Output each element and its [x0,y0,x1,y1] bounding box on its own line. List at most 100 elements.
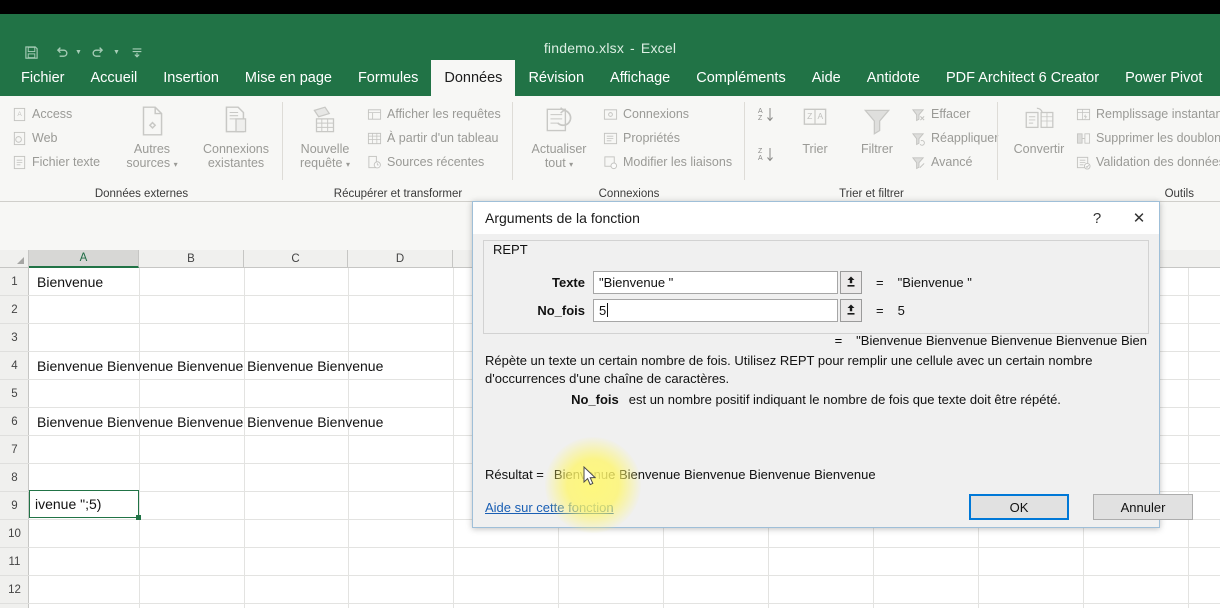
text-caret [607,303,609,317]
ribbon-item-nouvelle-requete[interactable]: Nouvelle requête ▾ [289,100,361,171]
function-arguments-dialog[interactable]: Arguments de la fonction ? ✕ REPT Texte … [472,201,1193,528]
tab-mise-en-page[interactable]: Mise en page [232,60,345,96]
row-header-6[interactable]: 6 [0,408,29,436]
tab-pdf-architect[interactable]: PDF Architect 6 Creator [933,60,1112,96]
other-sources-icon [135,104,169,138]
ribbon-item-effacer[interactable]: Effacer [911,102,1003,126]
ribbon-item-trier[interactable]: ZA Trier [787,100,843,156]
cell-a4[interactable]: Bienvenue Bienvenue Bienvenue Bienvenue … [29,352,383,379]
argument-input-no-fois[interactable]: 5 [593,298,838,322]
argument-label-texte: Texte [552,274,585,290]
ribbon-item-label: Convertir [1013,142,1065,156]
range-selector-icon-no-fois[interactable] [840,298,862,322]
cell-a9-editing[interactable]: ivenue ";5) [29,490,141,520]
tab-donnees[interactable]: Données [431,60,516,96]
row-header-1[interactable]: 1 [0,268,29,296]
row-header-3[interactable]: 3 [0,324,29,352]
ribbon-item-autres-sources[interactable]: Autres sources ▾ [116,100,188,171]
ribbon-item-afficher-requetes[interactable]: Afficher les requêtes [367,102,512,126]
close-icon[interactable]: ✕ [1125,206,1153,230]
row-header-8[interactable]: 8 [0,464,29,492]
column-header-c[interactable]: C [244,250,348,268]
ribbon-item-label: Sources récentes [387,155,485,169]
fill-handle[interactable] [136,515,141,520]
column-header-b[interactable]: B [139,250,244,268]
chevron-down-icon[interactable]: ▾ [346,160,350,169]
ribbon-item-filtrer[interactable]: Filtrer [849,100,905,156]
ribbon-item-label: Trier [802,142,828,156]
chevron-down-icon[interactable]: ▾ [569,160,573,169]
ribbon-item-modifier-liaisons[interactable]: Modifier les liaisons [603,150,743,174]
row-header-5[interactable]: 5 [0,380,29,408]
cell-a1[interactable]: Bienvenue [29,268,103,295]
range-selector-icon-texte[interactable] [840,270,862,294]
ok-button[interactable]: OK [969,494,1069,520]
ribbon-group-connexions: Actualiser tout ▾ Connexions Propriétés … [513,96,745,201]
tab-antidote[interactable]: Antidote [854,60,933,96]
argument-row-texte[interactable]: Texte "Bienvenue " = "Bienvenue " [473,270,1159,294]
ribbon-item-label: Réappliquer [931,131,999,145]
argument-row-no-fois[interactable]: No_fois 5 = 5 [473,298,1159,322]
ribbon-item-proprietes[interactable]: Propriétés [603,126,743,150]
ribbon-item-remplissage-instantane[interactable]: Remplissage instantané [1076,102,1220,126]
function-help-link[interactable]: Aide sur cette fonction [485,500,614,515]
tab-equipe[interactable]: Équipe [1215,60,1220,96]
tab-complements[interactable]: Compléments [683,60,798,96]
ribbon-item-connexions-existantes[interactable]: Connexions existantes [196,100,276,171]
dialog-window-buttons[interactable]: ? ✕ [1083,202,1153,234]
tab-power-pivot[interactable]: Power Pivot [1112,60,1215,96]
dialog-title-bar[interactable]: Arguments de la fonction [473,202,1159,234]
row-header-7[interactable]: 7 [0,436,29,464]
row-header-10[interactable]: 10 [0,520,29,548]
sort-descending-icon[interactable]: ZA [755,142,781,170]
ribbon-item-connexions[interactable]: Connexions [603,102,743,126]
column-header-a[interactable]: A [29,250,139,268]
cell-a9-edit-text: ivenue ";5) [35,496,102,512]
chevron-down-icon[interactable]: ▾ [174,160,178,169]
ribbon-item-web[interactable]: Web [12,126,112,150]
help-icon[interactable]: ? [1083,206,1111,230]
ribbon-item-fichier-texte[interactable]: Fichier texte [12,150,112,174]
ribbon-item-avance[interactable]: Avancé [911,150,1003,174]
ribbon-item-supprimer-doublons[interactable]: Supprimer les doublons [1076,126,1220,150]
sort-ascending-icon[interactable]: AZ [755,102,781,130]
row-header-13[interactable]: 13 [0,604,29,608]
argument-label-no-fois: No_fois [537,302,585,318]
ribbon-tab-strip[interactable]: Fichier Accueil Insertion Mise en page F… [0,60,1220,96]
dialog-title: Arguments de la fonction [485,210,640,226]
dialog-result-row: Résultat = Bienvenue Bienvenue Bienvenue… [485,467,876,482]
ribbon-group-label: Trier et filtrer [839,188,904,200]
ribbon-item-label: Propriétés [623,131,680,145]
tab-affichage[interactable]: Affichage [597,60,683,96]
ribbon-item-access[interactable]: A Access [12,102,112,126]
cell-a6[interactable]: Bienvenue Bienvenue Bienvenue Bienvenue … [29,408,383,435]
tab-aide[interactable]: Aide [799,60,854,96]
row-header-2[interactable]: 2 [0,296,29,324]
argument-equals-texte: = [876,274,884,290]
ribbon-item-actualiser-tout[interactable]: Actualiser tout ▾ [521,100,597,171]
dialog-description: Répète un texte un certain nombre de foi… [485,353,1093,386]
row-headers[interactable]: 1 2 3 4 5 6 7 8 9 10 11 12 13 14 15 [0,268,29,608]
ribbon-item-reappliquer[interactable]: Réappliquer [911,126,1003,150]
tab-insertion[interactable]: Insertion [150,60,232,96]
select-all-corner[interactable] [0,250,29,268]
web-icon [12,131,27,146]
argument-input-texte[interactable]: "Bienvenue " [593,270,838,294]
title-bar: ▼ ▼ findemo.xlsx - Excel [0,14,1220,60]
tab-revision[interactable]: Révision [515,60,597,96]
row-header-12[interactable]: 12 [0,576,29,604]
column-header-d[interactable]: D [348,250,453,268]
cancel-button[interactable]: Annuler [1093,494,1193,520]
ribbon-item-convertir[interactable]: Convertir [1006,100,1072,156]
mouse-cursor-icon [583,465,599,488]
ribbon-item-validation-donnees[interactable]: Validation des données [1076,150,1220,174]
tab-formules[interactable]: Formules [345,60,431,96]
row-header-9[interactable]: 9 [0,492,29,520]
ribbon-item-a-partir-tableau[interactable]: À partir d'un tableau [367,126,512,150]
row-header-11[interactable]: 11 [0,548,29,576]
svg-text:A: A [817,111,823,121]
tab-fichier[interactable]: Fichier [8,60,78,96]
tab-accueil[interactable]: Accueil [78,60,151,96]
row-header-4[interactable]: 4 [0,352,29,380]
ribbon-item-sources-recentes[interactable]: Sources récentes [367,150,512,174]
